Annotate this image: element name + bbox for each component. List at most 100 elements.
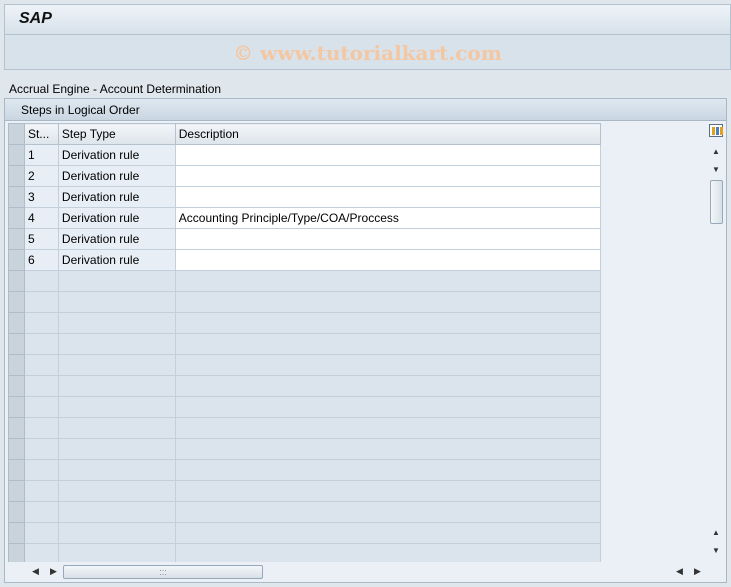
- empty-cell: [174, 396, 601, 418]
- table-row[interactable]: 5 Derivation rule: [8, 228, 601, 250]
- empty-row: [8, 543, 601, 562]
- arrow-left-icon[interactable]: ◀: [676, 566, 683, 577]
- arrow-left-icon[interactable]: ◀: [32, 566, 39, 577]
- steps-table: St... Step Type Description 1 Derivation…: [8, 123, 601, 562]
- select-all-cell[interactable]: [8, 123, 25, 145]
- column-configuration-icon[interactable]: [709, 124, 723, 137]
- row-selector[interactable]: [8, 270, 25, 292]
- description-cell[interactable]: [174, 165, 601, 187]
- description-cell[interactable]: [174, 249, 601, 271]
- horizontal-scroll-thumb[interactable]: :::: [63, 565, 263, 579]
- empty-cell: [57, 417, 176, 439]
- watermark: © www.tutorialkart.com: [233, 41, 502, 65]
- row-selector[interactable]: [8, 144, 25, 166]
- arrow-down-icon[interactable]: ▼: [712, 165, 720, 174]
- arrow-right-icon[interactable]: ▶: [694, 566, 701, 577]
- empty-row: [8, 375, 601, 397]
- row-selector[interactable]: [8, 249, 25, 271]
- empty-cell: [23, 396, 59, 418]
- step-type-cell[interactable]: Derivation rule: [57, 249, 176, 271]
- empty-cell: [174, 438, 601, 460]
- empty-cell: [23, 480, 59, 502]
- empty-row: [8, 417, 601, 439]
- row-selector[interactable]: [8, 543, 25, 562]
- step-cell[interactable]: 6: [23, 249, 59, 271]
- step-cell[interactable]: 3: [23, 186, 59, 208]
- empty-cell: [174, 417, 601, 439]
- arrow-right-icon[interactable]: ▶: [50, 566, 57, 577]
- window-title: SAP: [19, 10, 52, 27]
- table-row[interactable]: 3 Derivation rule: [8, 186, 601, 208]
- column-header-step-type[interactable]: Step Type: [57, 123, 176, 145]
- row-selector[interactable]: [8, 333, 25, 355]
- empty-cell: [174, 375, 601, 397]
- empty-cell: [174, 354, 601, 376]
- arrow-up-icon[interactable]: ▲: [712, 147, 720, 156]
- vertical-scroll-thumb[interactable]: [710, 180, 723, 224]
- table-header-row: St... Step Type Description: [8, 123, 601, 145]
- step-cell[interactable]: 1: [23, 144, 59, 166]
- empty-cell: [23, 438, 59, 460]
- empty-cell: [57, 501, 176, 523]
- empty-cell: [174, 459, 601, 481]
- step-cell[interactable]: 5: [23, 228, 59, 250]
- empty-row: [8, 522, 601, 544]
- row-selector[interactable]: [8, 312, 25, 334]
- empty-cell: [174, 333, 601, 355]
- empty-cell: [57, 480, 176, 502]
- row-selector[interactable]: [8, 291, 25, 313]
- title-bar: SAP: [4, 4, 731, 34]
- panel-header: Steps in Logical Order: [5, 99, 726, 121]
- panel-title: Steps in Logical Order: [21, 103, 140, 117]
- row-selector[interactable]: [8, 354, 25, 376]
- empty-cell: [57, 522, 176, 544]
- row-selector[interactable]: [8, 375, 25, 397]
- empty-cell: [23, 270, 59, 292]
- step-type-cell[interactable]: Derivation rule: [57, 144, 176, 166]
- horizontal-scrollbar[interactable]: ◀ ▶ ::: ◀ ▶: [8, 564, 708, 580]
- step-type-cell[interactable]: Derivation rule: [57, 207, 176, 229]
- empty-cell: [23, 375, 59, 397]
- step-type-cell[interactable]: Derivation rule: [57, 165, 176, 187]
- row-selector[interactable]: [8, 417, 25, 439]
- row-selector[interactable]: [8, 186, 25, 208]
- row-selector[interactable]: [8, 522, 25, 544]
- application-toolbar: © www.tutorialkart.com: [4, 34, 731, 70]
- empty-cell: [23, 333, 59, 355]
- row-selector[interactable]: [8, 165, 25, 187]
- description-cell[interactable]: [174, 186, 601, 208]
- row-selector[interactable]: [8, 501, 25, 523]
- row-selector[interactable]: [8, 396, 25, 418]
- description-cell[interactable]: Accounting Principle/Type/COA/Proccess: [174, 207, 601, 229]
- arrow-down-icon[interactable]: ▼: [712, 546, 720, 555]
- table-row[interactable]: 2 Derivation rule: [8, 165, 601, 187]
- empty-cell: [23, 522, 59, 544]
- vertical-scrollbar[interactable]: ▲ ▼ ▲ ▼: [708, 123, 724, 562]
- row-selector[interactable]: [8, 459, 25, 481]
- table-row[interactable]: 4 Derivation rule Accounting Principle/T…: [8, 207, 601, 229]
- empty-cell: [57, 396, 176, 418]
- row-selector[interactable]: [8, 438, 25, 460]
- step-type-cell[interactable]: Derivation rule: [57, 186, 176, 208]
- empty-cell: [174, 501, 601, 523]
- empty-cell: [23, 291, 59, 313]
- table-row[interactable]: 1 Derivation rule: [8, 144, 601, 166]
- empty-row: [8, 354, 601, 376]
- row-selector[interactable]: [8, 207, 25, 229]
- empty-row: [8, 480, 601, 502]
- empty-cell: [174, 270, 601, 292]
- description-cell[interactable]: [174, 144, 601, 166]
- table-row[interactable]: 6 Derivation rule: [8, 249, 601, 271]
- step-cell[interactable]: 4: [23, 207, 59, 229]
- step-type-cell[interactable]: Derivation rule: [57, 228, 176, 250]
- column-header-step[interactable]: St...: [23, 123, 59, 145]
- empty-cell: [174, 543, 601, 562]
- arrow-up-icon[interactable]: ▲: [712, 528, 720, 537]
- step-cell[interactable]: 2: [23, 165, 59, 187]
- row-selector[interactable]: [8, 228, 25, 250]
- row-selector[interactable]: [8, 480, 25, 502]
- column-header-description[interactable]: Description: [174, 123, 601, 145]
- description-cell[interactable]: [174, 228, 601, 250]
- empty-cell: [57, 438, 176, 460]
- empty-cell: [57, 543, 176, 562]
